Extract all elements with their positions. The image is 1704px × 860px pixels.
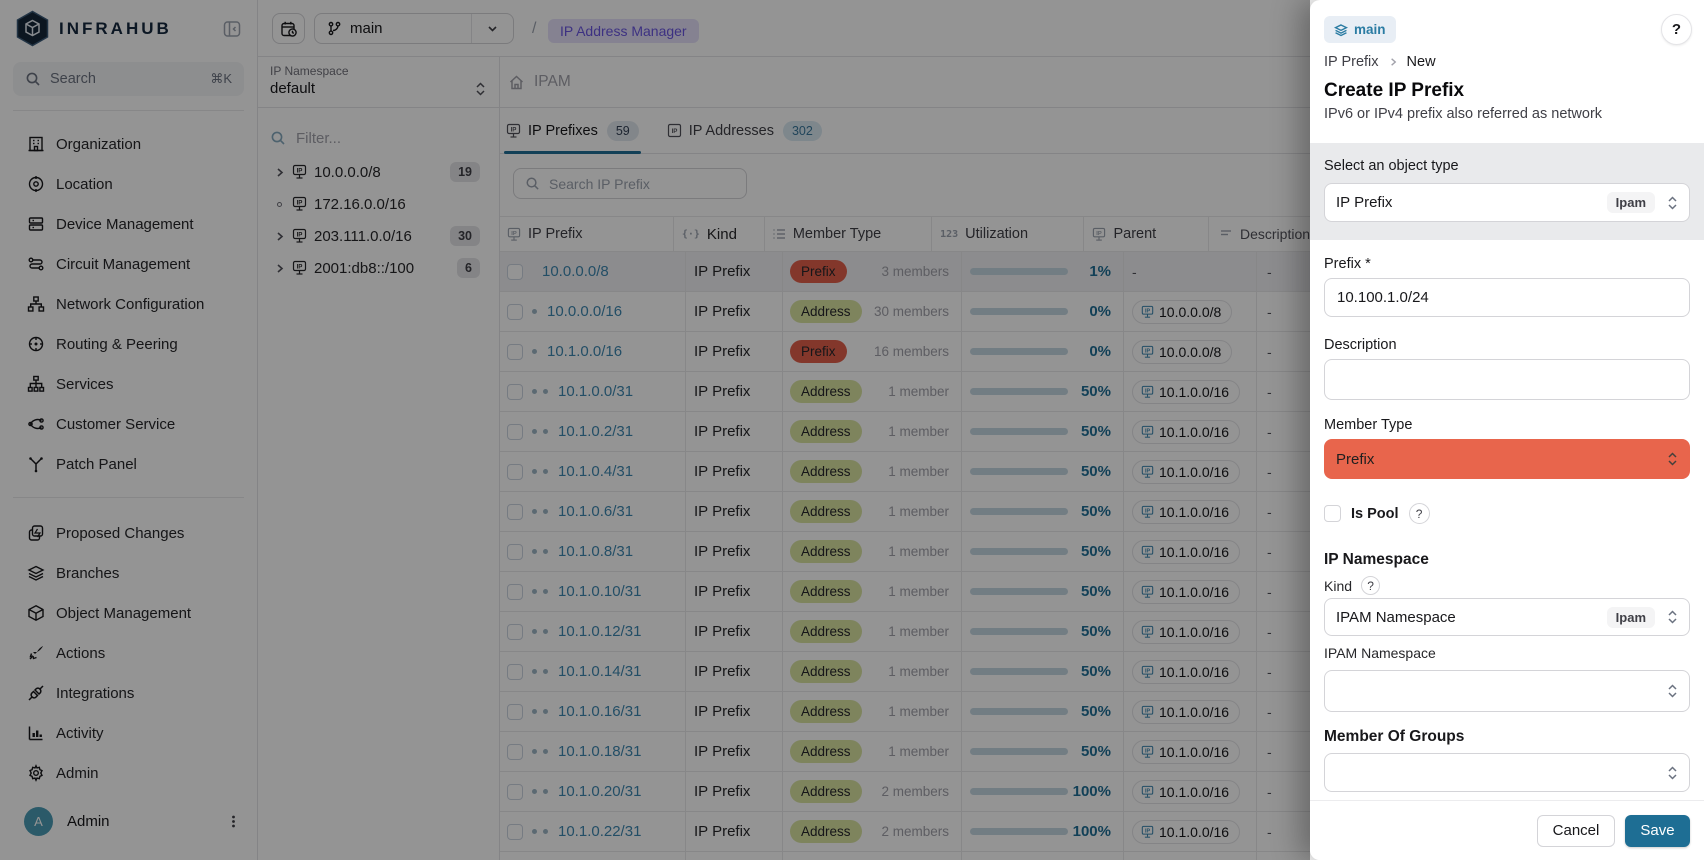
member-type-value: Prefix xyxy=(1336,451,1667,468)
layers-icon xyxy=(1334,23,1348,37)
chevron-updown-icon xyxy=(1667,683,1678,699)
prefix-field-input[interactable]: 10.100.1.0/24 xyxy=(1324,278,1690,317)
infrahub-app: INFRAHUB Search ⌘K Organization Location… xyxy=(0,0,1704,860)
object-type-select[interactable]: IP Prefix Ipam xyxy=(1324,183,1690,222)
drawer-subtitle: IPv6 or IPv4 prefix also referred as net… xyxy=(1324,106,1602,122)
cancel-button[interactable]: Cancel xyxy=(1537,815,1615,847)
drawer-title: Create IP Prefix xyxy=(1324,80,1464,102)
ip-namespace-section-label: IP Namespace xyxy=(1324,551,1429,569)
create-ip-prefix-drawer: main ? IP Prefix New Create IP Prefix IP… xyxy=(1310,0,1704,860)
ipam-chip: Ipam xyxy=(1607,192,1655,213)
prefix-field-value: 10.100.1.0/24 xyxy=(1337,289,1429,306)
member-type-field-label: Member Type xyxy=(1324,417,1412,433)
is-pool-checkbox[interactable] xyxy=(1324,505,1341,522)
chevron-right-icon xyxy=(1388,57,1398,67)
member-of-groups-select[interactable] xyxy=(1324,753,1690,792)
kind-select[interactable]: IPAM Namespace Ipam xyxy=(1324,598,1690,636)
chevron-updown-icon xyxy=(1667,609,1678,625)
breadcrumb-object[interactable]: IP Prefix xyxy=(1324,54,1379,70)
branch-badge-label: main xyxy=(1354,22,1386,37)
description-field-label: Description xyxy=(1324,337,1397,353)
prefix-field-label: Prefix * xyxy=(1324,256,1371,272)
is-pool-label: Is Pool xyxy=(1351,506,1399,522)
help-button[interactable]: ? xyxy=(1661,14,1692,45)
drawer-breadcrumb: IP Prefix New xyxy=(1324,54,1436,70)
kind-help-icon[interactable]: ? xyxy=(1361,576,1380,595)
is-pool-row: Is Pool ? xyxy=(1324,503,1430,524)
object-type-label: Select an object type xyxy=(1324,158,1459,174)
drawer-footer: Cancel Save xyxy=(1310,800,1704,860)
member-of-groups-label: Member Of Groups xyxy=(1324,728,1464,746)
kind-label: Kind xyxy=(1324,578,1352,594)
is-pool-help-icon[interactable]: ? xyxy=(1409,503,1430,524)
ipam-namespace-label: IPAM Namespace xyxy=(1324,645,1436,661)
chevron-updown-icon xyxy=(1667,451,1678,467)
branch-badge: main xyxy=(1324,16,1396,43)
kind-row: Kind ? xyxy=(1324,576,1380,595)
save-button[interactable]: Save xyxy=(1625,815,1690,847)
object-type-value: IP Prefix xyxy=(1336,194,1607,211)
kind-value: IPAM Namespace xyxy=(1336,609,1607,626)
breadcrumb-current: New xyxy=(1407,54,1436,70)
ipam-namespace-select[interactable] xyxy=(1324,670,1690,712)
chevron-updown-icon xyxy=(1667,195,1678,211)
description-field-input[interactable] xyxy=(1324,359,1690,400)
ipam-chip: Ipam xyxy=(1607,607,1655,628)
chevron-updown-icon xyxy=(1667,765,1678,781)
member-type-select[interactable]: Prefix xyxy=(1324,439,1690,479)
modal-overlay[interactable] xyxy=(0,0,1310,860)
